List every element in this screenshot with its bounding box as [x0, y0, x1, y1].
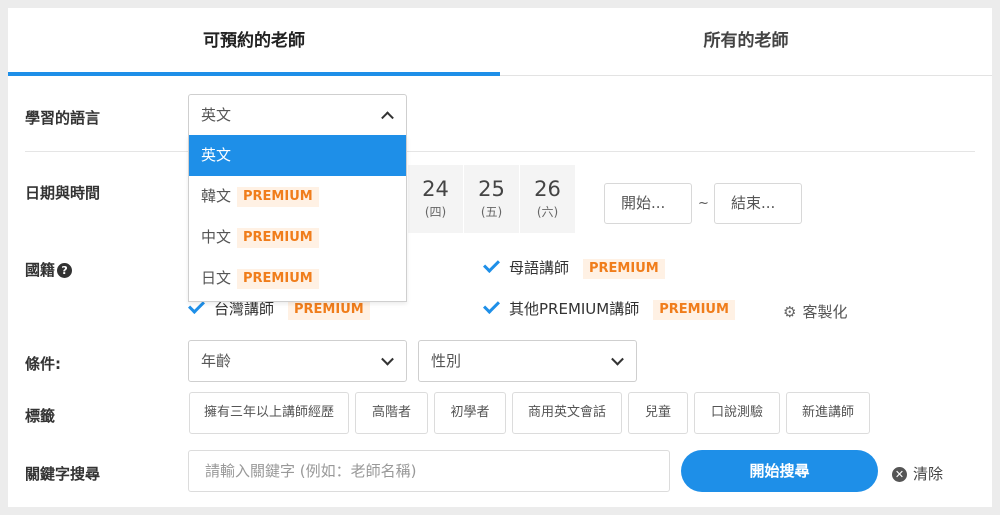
tab-all-teachers[interactable]: 所有的老師 [500, 8, 992, 76]
language-label: 學習的語言 [25, 109, 101, 127]
tags-label: 標籤 [25, 407, 56, 425]
keyword-search-input[interactable]: 請輸入關鍵字 (例如：老師名稱) [188, 450, 670, 492]
gender-select-value: 性別 [431, 352, 462, 370]
day-number: 24 [422, 177, 449, 201]
tag-button[interactable]: 兒童 [628, 392, 688, 434]
tag-button[interactable]: 商用英文會話 [512, 392, 622, 434]
option-label: 韓文 [201, 187, 232, 205]
language-option-chinese[interactable]: 中文 PREMIUM [189, 217, 406, 258]
nationality-label: 國籍? [25, 259, 73, 280]
help-icon[interactable]: ? [57, 263, 73, 278]
language-option-korean[interactable]: 韓文 PREMIUM [189, 176, 406, 217]
language-select[interactable]: 英文 [188, 94, 407, 136]
start-time-select[interactable]: 開始... [604, 183, 692, 224]
day-number: 26 [534, 177, 561, 201]
customize-button[interactable]: ⚙ 客製化 [783, 301, 847, 322]
language-option-english[interactable]: 英文 [189, 135, 406, 176]
keyword-label: 關鍵字搜尋 [25, 465, 101, 483]
language-dropdown-menu: 英文 韓文 PREMIUM 中文 PREMIUM 日文 PREMIUM [188, 135, 407, 302]
gear-icon: ⚙ [783, 303, 797, 321]
divider [25, 151, 975, 152]
checkmark-icon [483, 256, 500, 273]
option-label: 英文 [201, 146, 232, 164]
language-selected-value: 英文 [201, 106, 232, 124]
tag-button[interactable]: 初學者 [434, 392, 506, 434]
time-range-separator: ~ [698, 196, 709, 211]
day-of-week: (五) [480, 205, 503, 219]
gender-select[interactable]: 性別 [418, 340, 637, 382]
premium-badge: PREMIUM [583, 259, 665, 279]
tag-button[interactable]: 高階者 [355, 392, 428, 434]
option-label: 中文 [201, 228, 232, 246]
start-search-button[interactable]: 開始搜尋 [681, 450, 878, 492]
conditions-label: 條件: [25, 355, 61, 373]
premium-badge: PREMIUM [237, 187, 319, 207]
checkmark-icon [483, 297, 500, 314]
nationality-label-text: 國籍 [25, 261, 56, 279]
day-of-week: (四) [424, 205, 447, 219]
day-of-week: (六) [536, 205, 559, 219]
premium-badge: PREMIUM [237, 269, 319, 289]
chevron-up-icon [381, 111, 394, 125]
tag-button[interactable]: 新進講師 [786, 392, 870, 434]
day-option[interactable]: 26 (六) [520, 165, 575, 233]
end-time-select[interactable]: 結束... [714, 183, 802, 224]
checkbox-native-teachers[interactable]: 母語講師 PREMIUM [483, 256, 665, 279]
customize-label: 客製化 [802, 303, 848, 321]
clear-label: 清除 [913, 465, 944, 483]
checkbox-label: 台灣講師 [214, 300, 275, 318]
tab-available-teachers[interactable]: 可預約的老師 [8, 8, 500, 76]
clear-button[interactable]: ✕ 清除 [892, 463, 943, 484]
checkbox-other-premium-teachers[interactable]: 其他PREMIUM講師 PREMIUM [483, 297, 735, 320]
tag-button[interactable]: 擁有三年以上講師經歷 [189, 392, 349, 434]
tag-button[interactable]: 口說測驗 [694, 392, 780, 434]
day-option[interactable]: 25 (五) [464, 165, 519, 233]
age-select[interactable]: 年齡 [188, 340, 407, 382]
chevron-down-icon [381, 352, 394, 366]
datetime-label: 日期與時間 [25, 184, 101, 202]
premium-badge: PREMIUM [653, 300, 735, 320]
premium-badge: PREMIUM [237, 228, 319, 248]
checkbox-label: 其他PREMIUM講師 [509, 300, 640, 318]
language-option-japanese[interactable]: 日文 PREMIUM [189, 258, 406, 299]
checkbox-label: 母語講師 [509, 259, 570, 277]
day-option[interactable]: 24 (四) [408, 165, 463, 233]
search-panel: 可預約的老師 所有的老師 學習的語言 英文 日期與時間 24 (四) 25 (五… [8, 8, 992, 507]
close-icon: ✕ [892, 467, 907, 482]
chevron-down-icon [611, 352, 624, 366]
age-select-value: 年齡 [201, 352, 232, 370]
premium-badge: PREMIUM [288, 300, 370, 320]
tab-bar: 可預約的老師 所有的老師 [8, 8, 992, 76]
day-number: 25 [478, 177, 505, 201]
option-label: 日文 [201, 269, 232, 287]
